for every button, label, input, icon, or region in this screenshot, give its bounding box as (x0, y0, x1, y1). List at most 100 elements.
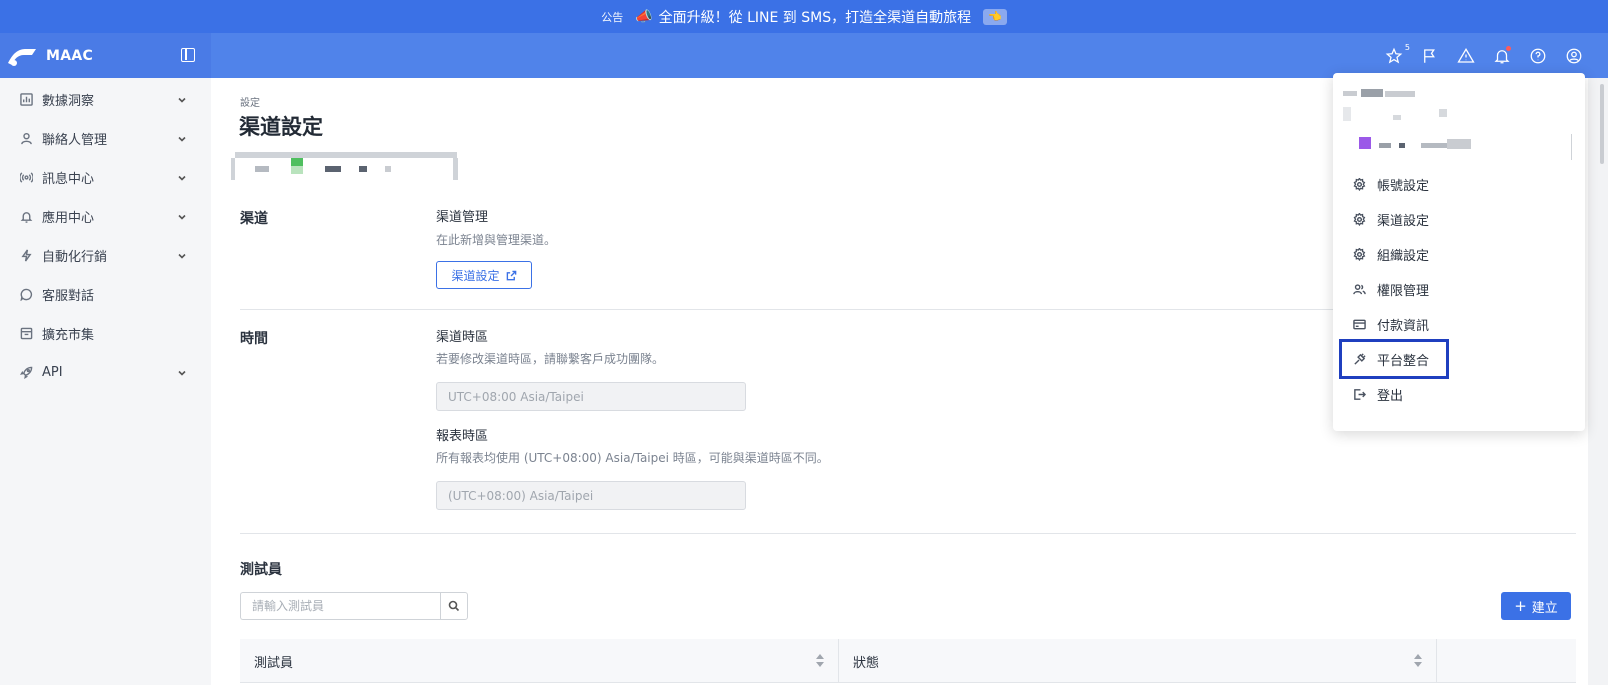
scrollbar-thumb[interactable] (1600, 84, 1604, 164)
sidebar-item-automation[interactable]: 自動化行銷 (0, 236, 211, 275)
menu-item-logout[interactable]: 登出 (1343, 377, 1571, 411)
broadcast-icon (20, 171, 33, 184)
breadcrumb[interactable]: 設定 (240, 94, 260, 109)
store-icon (20, 327, 33, 340)
star-badge: 5 (1404, 42, 1410, 52)
menu-item-payment-info[interactable]: 付款資訊 (1343, 307, 1571, 341)
account-info-redacted (1343, 87, 1573, 157)
sidebar-item-label: 自動化行銷 (42, 250, 108, 265)
sort-icon[interactable] (1414, 654, 1422, 668)
create-button-label: 建立 (1531, 600, 1558, 616)
sidebar-item-apps[interactable]: 應用中心 (0, 197, 211, 236)
section-time: 時間 (240, 331, 268, 347)
bell-icon (20, 210, 33, 223)
menu-item-label: 登出 (1377, 388, 1404, 404)
account-icon[interactable] (1564, 46, 1584, 66)
external-link-icon (506, 270, 516, 280)
gear-icon (1353, 212, 1366, 226)
menu-item-organization-settings[interactable]: 組織設定 (1343, 237, 1571, 271)
announcement-bar[interactable]: 公告 📣 全面升級！從 LINE 到 SMS，打造全渠道自動旅程 👈 (0, 0, 1608, 33)
sidebar-item-label: 擴充市集 (42, 328, 95, 343)
section-channel: 渠道 (240, 211, 268, 227)
maac-logo-icon (8, 48, 36, 66)
sidebar-item-insights[interactable]: 數據洞察 (0, 80, 211, 119)
sidebar-collapse-icon[interactable] (181, 48, 195, 62)
sidebar-item-messages[interactable]: 訊息中心 (0, 158, 211, 197)
menu-item-label: 組織設定 (1377, 248, 1430, 264)
tester-search-input[interactable] (240, 592, 440, 620)
report-timezone-desc: 所有報表均使用 (UTC+08:00) Asia/Taipei 時區，可能與渠道… (436, 451, 829, 465)
gear-icon (1353, 177, 1366, 191)
plus-icon: + (1514, 596, 1527, 615)
channel-timezone-desc: 若要修改渠道時區，請聯繫客戶成功團隊。 (436, 352, 665, 366)
gear-icon (1353, 247, 1366, 261)
help-icon[interactable] (1528, 46, 1548, 66)
page-title: 渠道設定 (239, 115, 323, 139)
lightning-icon (20, 249, 33, 262)
channel-settings-button-label: 渠道設定 (451, 268, 500, 283)
column-header-label: 測試員 (254, 655, 294, 671)
star-icon[interactable]: 5 (1384, 43, 1410, 66)
channel-settings-button[interactable]: 渠道設定 (436, 261, 532, 289)
user-icon (20, 132, 33, 145)
menu-item-label: 付款資訊 (1377, 318, 1430, 334)
brand-name: MAAC (46, 47, 94, 64)
column-header-label: 狀態 (853, 655, 880, 671)
report-timezone-input: (UTC+08:00) Asia/Taipei (436, 481, 746, 510)
sidebar-item-api[interactable]: API (0, 353, 211, 392)
divider (240, 533, 1576, 534)
megaphone-icon: 📣 (635, 8, 653, 25)
menu-item-channel-settings[interactable]: 渠道設定 (1343, 202, 1571, 236)
search-icon (448, 600, 460, 612)
top-header: MAAC 5 (0, 33, 1608, 78)
report-timezone-title: 報表時區 (436, 429, 489, 444)
bell-icon[interactable] (1492, 45, 1512, 66)
create-tester-button[interactable]: + 建立 (1501, 592, 1571, 620)
brand[interactable]: MAAC (0, 33, 211, 78)
menu-item-account-settings[interactable]: 帳號設定 (1343, 167, 1571, 201)
column-header-status[interactable]: 狀態 (838, 639, 1436, 683)
chevron-down-icon (177, 94, 187, 104)
menu-item-platform-integration[interactable]: 平台整合 (1339, 339, 1449, 379)
chat-icon (20, 288, 33, 301)
tester-search (240, 592, 468, 620)
logout-icon (1353, 388, 1366, 401)
sidebar-item-label: 訊息中心 (42, 172, 95, 187)
menu-item-label: 帳號設定 (1377, 178, 1430, 194)
account-dropdown-menu: 帳號設定 渠道設定 組織設定 權限管理 付款資訊 平台整合 登出 (1333, 73, 1585, 431)
card-icon (1353, 318, 1366, 331)
sidebar-item-contacts[interactable]: 聯絡人管理 (0, 119, 211, 158)
announcement-message[interactable]: 全面升級！從 LINE 到 SMS，打造全渠道自動旅程 (659, 7, 971, 27)
announcement-tag: 公告 (601, 10, 624, 24)
notification-dot (1506, 45, 1511, 51)
search-button[interactable] (440, 592, 468, 620)
sidebar-item-label: 聯絡人管理 (42, 133, 108, 148)
column-header-tester[interactable]: 測試員 (240, 639, 838, 683)
chevron-down-icon (177, 211, 187, 221)
chevron-down-icon (177, 172, 187, 182)
sidebar-item-marketplace[interactable]: 擴充市集 (0, 314, 211, 353)
sort-icon[interactable] (816, 654, 824, 668)
announcement-message-wrap[interactable]: 📣 全面升級！從 LINE 到 SMS，打造全渠道自動旅程 👈 (635, 7, 1007, 27)
warning-icon[interactable] (1456, 46, 1476, 66)
sidebar-item-label: API (42, 365, 63, 380)
channel-management-title: 渠道管理 (436, 210, 489, 225)
users-icon (1353, 283, 1366, 296)
chevron-down-icon (177, 133, 187, 143)
chevron-down-icon (177, 250, 187, 260)
rocket-icon (20, 366, 33, 379)
page-scrollbar[interactable] (1588, 78, 1608, 685)
column-header-actions (1436, 639, 1526, 683)
section-testers: 測試員 (240, 562, 282, 578)
tester-table-header: 測試員 狀態 (240, 639, 1576, 683)
plug-icon (1353, 352, 1366, 366)
channel-management-desc: 在此新增與管理渠道。 (436, 233, 557, 247)
divider (1571, 134, 1572, 160)
sidebar-item-label: 數據洞察 (42, 94, 95, 109)
sidebar-item-chat[interactable]: 客服對話 (0, 275, 211, 314)
sidebar-item-label: 應用中心 (42, 211, 95, 226)
channel-timezone-input: UTC+08:00 Asia/Taipei (436, 382, 746, 411)
menu-item-permissions[interactable]: 權限管理 (1343, 272, 1571, 306)
menu-item-label: 權限管理 (1377, 283, 1430, 299)
flag-icon[interactable] (1420, 46, 1440, 66)
